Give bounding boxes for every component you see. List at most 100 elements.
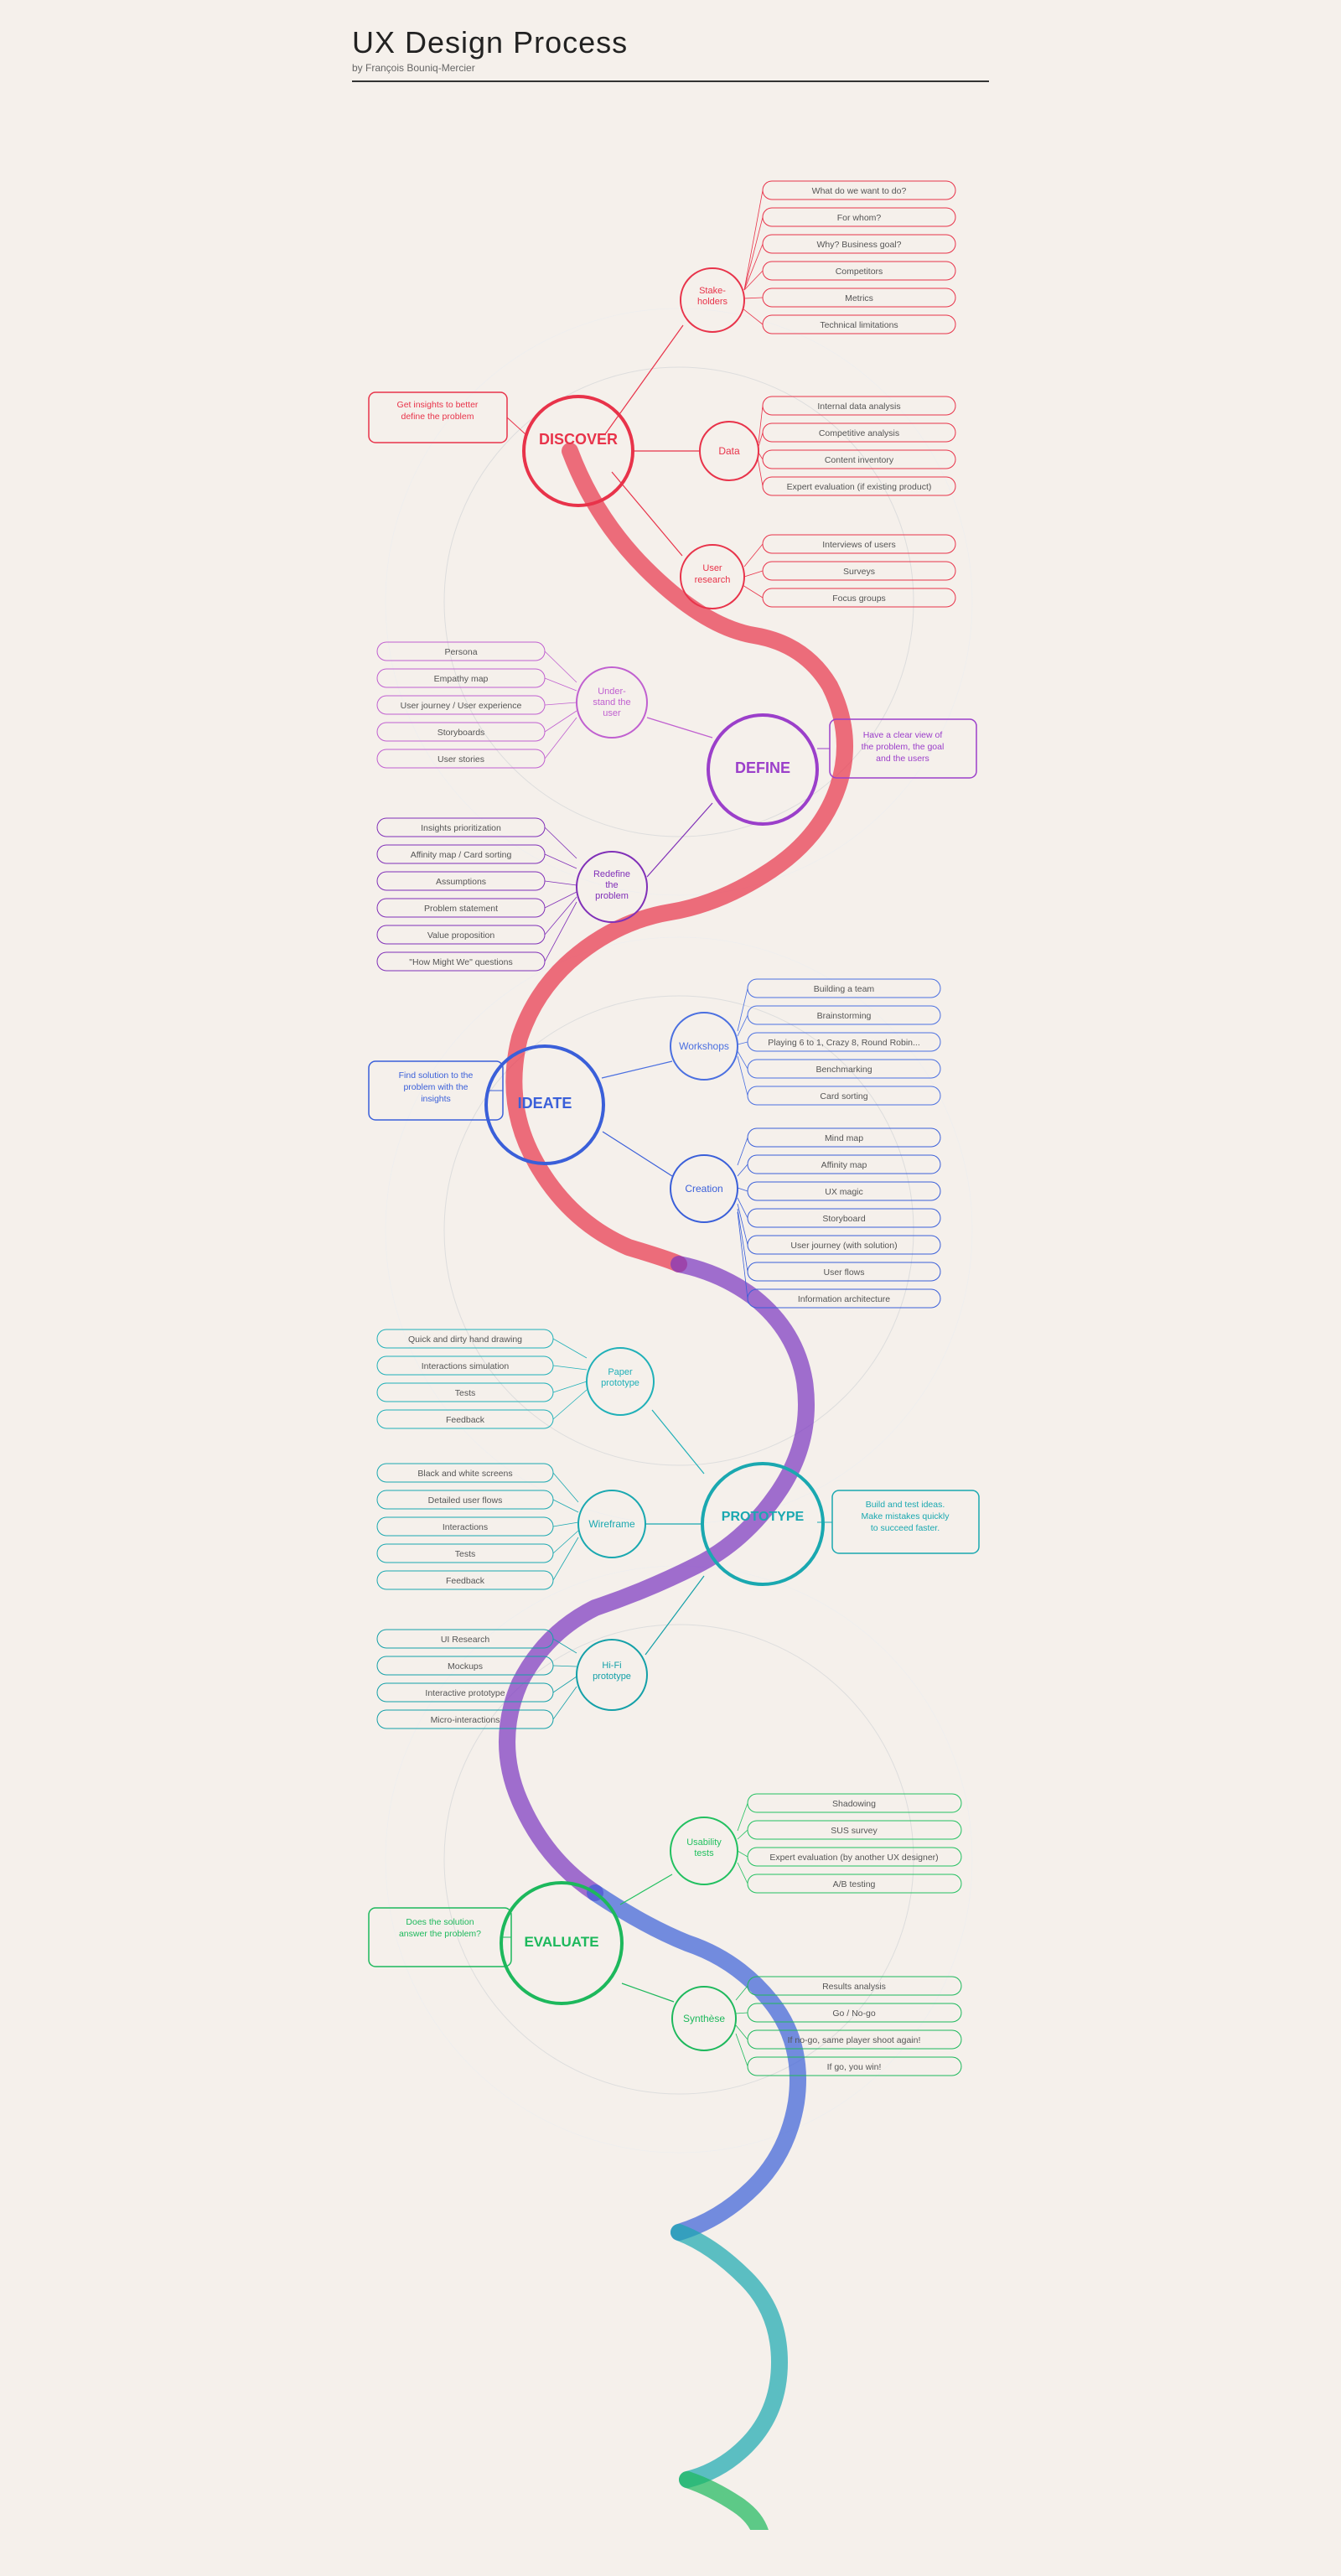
svg-text:Wireframe: Wireframe <box>588 1518 635 1530</box>
svg-text:Competitive analysis: Competitive analysis <box>819 428 899 438</box>
svg-text:Does the solution: Does the solution <box>406 1917 474 1927</box>
svg-text:Technical limitations: Technical limitations <box>820 320 898 330</box>
svg-text:Data: Data <box>718 445 740 457</box>
svg-text:define the problem: define the problem <box>401 412 474 422</box>
svg-text:"How Might We" questions: "How Might We" questions <box>409 957 512 967</box>
svg-text:Paper: Paper <box>608 1367 633 1377</box>
svg-text:answer the problem?: answer the problem? <box>399 1929 481 1939</box>
svg-text:A/B testing: A/B testing <box>833 1879 876 1889</box>
svg-text:UX magic: UX magic <box>825 1187 863 1197</box>
svg-text:User journey (with solution): User journey (with solution) <box>790 1241 897 1251</box>
svg-text:the problem, the goal: the problem, the goal <box>862 742 945 752</box>
svg-text:Shadowing: Shadowing <box>832 1799 876 1809</box>
svg-text:Results analysis: Results analysis <box>822 1982 886 1992</box>
svg-text:Information architecture: Information architecture <box>798 1294 890 1304</box>
svg-text:problem: problem <box>595 891 629 901</box>
svg-text:Interviews of users: Interviews of users <box>822 540 896 550</box>
svg-text:Persona: Persona <box>444 647 477 657</box>
svg-text:Creation: Creation <box>685 1183 722 1195</box>
svg-text:Tests: Tests <box>455 1388 476 1398</box>
svg-text:Interactions: Interactions <box>443 1522 488 1532</box>
eval-usability-line <box>620 1874 672 1905</box>
svg-text:Benchmarking: Benchmarking <box>815 1065 872 1075</box>
diagram-container: DISCOVER Get insights to better define t… <box>352 99 989 2534</box>
svg-text:Assumptions: Assumptions <box>436 877 486 887</box>
svg-text:Storyboards: Storyboards <box>438 728 485 738</box>
svg-text:Metrics: Metrics <box>845 293 873 303</box>
svg-text:If go, you win!: If go, you win! <box>827 2062 882 2072</box>
svg-text:Stake-: Stake- <box>699 286 726 296</box>
page-subtitle: by François Bouniq-Mercier <box>352 62 989 74</box>
svg-text:Find solution to the: Find solution to the <box>399 1070 474 1081</box>
evaluate-label: EVALUATE <box>524 1934 598 1950</box>
svg-text:Brainstorming: Brainstorming <box>817 1011 872 1021</box>
svg-text:insights: insights <box>421 1094 451 1104</box>
svg-text:What do we want to do?: What do we want to do? <box>812 186 907 196</box>
ideate-label: IDEATE <box>518 1095 572 1112</box>
svg-text:Under-: Under- <box>598 687 626 697</box>
svg-text:and the users: and the users <box>876 754 929 764</box>
svg-text:For whom?: For whom? <box>837 213 882 223</box>
page-title: UX Design Process <box>352 25 989 60</box>
title-section: UX Design Process by François Bouniq-Mer… <box>352 25 989 82</box>
discover-note-line <box>507 417 526 434</box>
svg-text:Content inventory: Content inventory <box>825 455 894 465</box>
svg-text:prototype: prototype <box>593 1672 631 1682</box>
svg-text:Internal data analysis: Internal data analysis <box>817 402 900 412</box>
svg-text:Usability: Usability <box>686 1837 722 1848</box>
svg-text:Make mistakes quickly: Make mistakes quickly <box>861 1511 950 1521</box>
svg-text:Tests: Tests <box>455 1549 476 1559</box>
svg-text:Go / No-go: Go / No-go <box>832 2008 876 2019</box>
svg-text:user: user <box>603 708 621 718</box>
svg-text:Redefine: Redefine <box>593 869 630 879</box>
svg-text:Playing 6 to 1, Crazy 8, Round: Playing 6 to 1, Crazy 8, Round Robin... <box>768 1038 920 1048</box>
ideate-workshops-line <box>602 1061 672 1078</box>
define-label: DEFINE <box>735 759 790 776</box>
svg-text:Affinity map: Affinity map <box>821 1160 867 1170</box>
svg-text:SUS survey: SUS survey <box>831 1826 878 1836</box>
define-redefine-line <box>647 803 712 877</box>
define-understand-line <box>647 718 712 738</box>
svg-text:Mind map: Mind map <box>825 1133 863 1143</box>
svg-text:Build and test ideas.: Build and test ideas. <box>866 1500 945 1510</box>
svg-text:Why? Business goal?: Why? Business goal? <box>817 240 902 250</box>
svg-text:Focus groups: Focus groups <box>832 593 886 604</box>
svg-text:tests: tests <box>694 1848 714 1858</box>
svg-text:Surveys: Surveys <box>843 567 875 577</box>
svg-text:UI Research: UI Research <box>441 1635 490 1645</box>
main-diagram: DISCOVER Get insights to better define t… <box>352 99 989 2530</box>
svg-text:prototype: prototype <box>601 1378 639 1388</box>
svg-text:the: the <box>605 880 618 890</box>
svg-text:User: User <box>702 563 722 573</box>
svg-text:Problem statement: Problem statement <box>424 904 498 914</box>
svg-text:research: research <box>695 575 731 585</box>
svg-text:Mockups: Mockups <box>448 1661 483 1672</box>
prototype-label: PROTOTYPE <box>722 1510 805 1524</box>
svg-text:Affinity map / Card sorting: Affinity map / Card sorting <box>411 850 512 860</box>
svg-text:Feedback: Feedback <box>446 1415 485 1425</box>
svg-text:Synthèse: Synthèse <box>683 2013 725 2024</box>
eval-synthese-line <box>622 1983 674 2002</box>
svg-text:Feedback: Feedback <box>446 1576 485 1586</box>
svg-text:User flows: User flows <box>823 1267 864 1278</box>
discover-stakeholders-line <box>605 325 683 434</box>
ideate-creation-line <box>603 1132 672 1176</box>
svg-text:Expert evaluation (if existing: Expert evaluation (if existing product) <box>787 482 932 492</box>
svg-text:Expert evaluation (by another: Expert evaluation (by another UX designe… <box>769 1853 938 1863</box>
svg-text:problem with the: problem with the <box>403 1082 468 1092</box>
svg-text:Building a team: Building a team <box>814 984 875 994</box>
svg-text:Storyboard: Storyboard <box>822 1214 866 1224</box>
svg-text:Have a clear view of: Have a clear view of <box>863 730 943 740</box>
svg-text:Card sorting: Card sorting <box>820 1091 867 1101</box>
svg-text:to succeed faster.: to succeed faster. <box>871 1523 940 1533</box>
svg-text:Black and white screens: Black and white screens <box>417 1469 512 1479</box>
svg-text:holders: holders <box>697 297 728 307</box>
svg-text:Insights prioritization: Insights prioritization <box>421 823 501 833</box>
svg-text:User stories: User stories <box>438 754 484 765</box>
svg-text:User journey / User experience: User journey / User experience <box>401 701 522 711</box>
svg-text:Empathy map: Empathy map <box>434 674 489 684</box>
discover-note-text: Get insights to better <box>397 400 479 410</box>
svg-text:Detailed user flows: Detailed user flows <box>428 1495 503 1506</box>
svg-text:Competitors: Competitors <box>836 267 883 277</box>
svg-text:Interactions simulation: Interactions simulation <box>422 1361 510 1371</box>
